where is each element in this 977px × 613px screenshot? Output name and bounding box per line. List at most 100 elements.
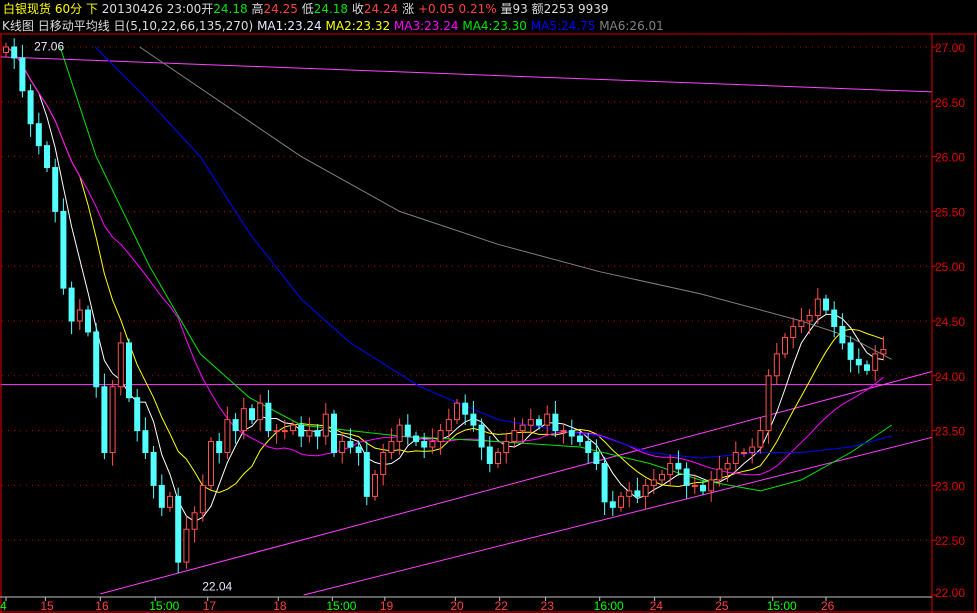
- ma1-value: MA1:23.24: [257, 19, 322, 33]
- x-tick-label: 16: [95, 599, 109, 613]
- x-tick-label: 25: [715, 599, 729, 613]
- candlestick-chart[interactable]: 27.06 22.04 27.00 26.50 26.00 25.50 25.00 24.5…: [0, 0, 977, 613]
- x-tick-label: 22: [495, 599, 509, 613]
- symbol-name[interactable]: 白银现货: [3, 2, 51, 16]
- candle-body: [52, 167, 59, 212]
- y-tick-label: 22.00: [935, 586, 965, 600]
- candle-body: [683, 468, 690, 486]
- y-tick-label: 25.00: [935, 260, 965, 274]
- candle-body: [667, 462, 674, 475]
- ma3-value: MA3:23.24: [393, 19, 459, 33]
- candle-body: [306, 430, 313, 437]
- candle-body: [101, 386, 108, 454]
- change-label: 涨: [402, 2, 415, 16]
- candle-body: [609, 501, 616, 508]
- candle-body: [724, 462, 731, 470]
- candle-body: [790, 325, 797, 338]
- candle-body: [240, 408, 247, 432]
- low-value: 24.18: [313, 2, 349, 16]
- change-percent: 0.21%: [458, 2, 497, 16]
- candle-body: [183, 528, 190, 563]
- x-tick-label: 4: [0, 599, 7, 613]
- candle-body: [872, 353, 879, 371]
- ma2-value: MA2:23.32: [325, 19, 391, 33]
- chart-type[interactable]: K线图: [2, 19, 34, 33]
- high-label: 高: [251, 2, 264, 16]
- candle-body: [618, 495, 624, 508]
- candle-body: [437, 430, 444, 443]
- y-tick-label: 27.00: [935, 41, 965, 55]
- candle-body: [208, 441, 214, 486]
- candle-body: [150, 452, 157, 486]
- candle-body: [675, 462, 682, 470]
- candle-body: [339, 441, 346, 454]
- amount-label: 额: [531, 2, 544, 16]
- candle-body: [495, 452, 501, 464]
- candle-body: [19, 57, 26, 92]
- candle-body: [126, 342, 132, 399]
- candle-body: [650, 479, 657, 486]
- candle-body: [11, 46, 18, 59]
- candle-body: [355, 446, 362, 454]
- candle-body: [199, 484, 206, 514]
- indicator-name[interactable]: 日移动平均线: [38, 19, 110, 33]
- candle-body: [708, 479, 715, 492]
- candle-body: [560, 430, 567, 433]
- ma6-value: MA6:26.01: [599, 19, 664, 33]
- amount-value: 2253 9939: [543, 2, 609, 16]
- open-label: 开: [201, 2, 214, 16]
- candle-body: [634, 490, 641, 497]
- price-extreme-label: 22.04: [202, 580, 232, 594]
- candle-body: [839, 325, 846, 344]
- candle-body: [732, 452, 739, 464]
- candle-body: [814, 298, 821, 317]
- candle-body: [749, 446, 756, 454]
- candle-body: [765, 375, 772, 432]
- candle-body: [44, 145, 50, 169]
- candle-body: [552, 413, 559, 432]
- x-tick-label: 24: [650, 599, 664, 613]
- candle-body: [281, 430, 288, 433]
- candle-body: [3, 46, 9, 53]
- volume-label: 量: [500, 2, 513, 16]
- candle-body: [445, 419, 452, 432]
- low-label: 低: [301, 2, 314, 16]
- candle: [331, 409, 337, 457]
- direction: 下: [85, 2, 98, 16]
- x-tick-label: 16:00: [594, 599, 624, 613]
- candle-body: [757, 430, 764, 448]
- candle-body: [511, 430, 518, 443]
- candle-body: [109, 386, 116, 454]
- ma4-value: MA4:23.30: [462, 19, 527, 33]
- candle-body: [773, 353, 780, 377]
- quote-header: 白银现货 60分 下 20130426 23:00开24.18 高24.25 低…: [3, 1, 609, 17]
- candle-body: [519, 424, 526, 432]
- candle: [85, 305, 91, 337]
- y-tick-label: 24.50: [935, 315, 965, 329]
- candle-body: [527, 419, 534, 426]
- indicator-params[interactable]: 日(5,10,22,66,135,270): [114, 19, 254, 33]
- candle-body: [347, 441, 354, 448]
- candle: [101, 373, 108, 460]
- candle-body: [782, 336, 788, 355]
- x-tick-label: 17: [203, 599, 217, 613]
- candle: [109, 380, 116, 466]
- candle-body: [659, 473, 665, 481]
- candle: [93, 323, 100, 398]
- candle-body: [404, 424, 411, 437]
- candle-body: [396, 424, 403, 443]
- candle-body: [421, 441, 428, 448]
- candle-body: [363, 452, 370, 497]
- candle: [126, 338, 132, 403]
- candle-body: [134, 397, 141, 432]
- candle-body: [167, 495, 173, 508]
- candle-body: [831, 309, 838, 327]
- period[interactable]: 60分: [55, 2, 82, 16]
- candle-body: [68, 287, 75, 322]
- candle: [372, 470, 378, 501]
- candle-body: [249, 408, 255, 421]
- price-extreme-label: 27.06: [34, 39, 64, 53]
- candle-body: [855, 358, 862, 366]
- candle-body: [593, 452, 600, 464]
- candle: [44, 141, 50, 172]
